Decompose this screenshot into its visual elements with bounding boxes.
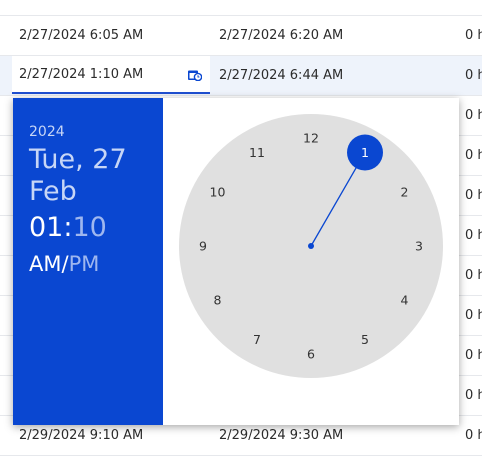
clock-number-6[interactable]: 6 <box>307 347 315 362</box>
ampm-separator: / <box>61 252 69 276</box>
picker-ampm: AM/PM <box>29 252 99 276</box>
duration-cell: 0 h <box>465 28 482 43</box>
end-cell[interactable]: 2/27/2024 6:20 AM <box>219 16 343 55</box>
clock-center <box>308 243 314 249</box>
clock-face[interactable]: 121234567891011 <box>179 114 443 378</box>
duration-cell: 0 h <box>465 428 482 443</box>
table-row[interactable] <box>0 0 482 16</box>
start-datetime-editor[interactable]: 2/27/2024 1:10 AM <box>12 56 210 94</box>
duration-cell: 0 h <box>465 388 482 403</box>
duration-cell: 0 h <box>465 348 482 363</box>
duration-cell: 0 h <box>465 308 482 323</box>
datetime-picker-popup: 2024 Tue, 27 Feb 01:10 AM/PM 12 1 2 3 4 5 6 7 8 9… <box>13 98 459 425</box>
table-row[interactable]: 2/27/2024 6:05 AM 2/27/2024 6:20 AM 0 h <box>0 16 482 56</box>
clock-number-1[interactable]: 1 <box>361 145 369 160</box>
start-datetime-input[interactable]: 2/27/2024 1:10 AM <box>19 56 143 94</box>
picker-hour[interactable]: 01 <box>29 212 63 243</box>
clock-number-7[interactable]: 7 <box>253 332 261 347</box>
am-toggle[interactable]: AM <box>29 252 61 276</box>
clock-number-5[interactable]: 5 <box>361 332 369 347</box>
end-cell[interactable]: 2/27/2024 6:44 AM <box>219 56 343 95</box>
duration-cell: 0 h <box>465 108 482 123</box>
table-row-editing[interactable]: 2/27/2024 1:10 AM 2/27/2024 6:44 AM 0 h <box>0 56 482 96</box>
clock-number-4[interactable]: 4 <box>401 293 409 308</box>
duration-cell: 0 h <box>465 148 482 163</box>
picker-minute[interactable]: 10 <box>72 212 106 243</box>
clock-number-12[interactable]: 12 <box>303 131 319 146</box>
clock-number-8[interactable]: 8 <box>213 293 221 308</box>
picker-time: 01:10 <box>29 212 107 243</box>
calendar-clock-icon[interactable] <box>188 69 202 81</box>
picker-date[interactable]: Tue, 27 Feb <box>29 144 159 208</box>
clock-number-10[interactable]: 10 <box>210 185 226 200</box>
start-cell[interactable]: 2/27/2024 6:05 AM <box>19 16 143 55</box>
duration-cell: 0 h <box>465 268 482 283</box>
clock-number-3[interactable]: 3 <box>415 239 423 254</box>
duration-cell: 0 h <box>465 228 482 243</box>
picker-year[interactable]: 2024 <box>29 124 65 140</box>
clock-number-2[interactable]: 2 <box>401 185 409 200</box>
clock-number-9[interactable]: 9 <box>199 239 207 254</box>
duration-cell: 0 h <box>465 68 482 83</box>
duration-cell: 0 h <box>465 188 482 203</box>
clock-number-11[interactable]: 11 <box>249 145 265 160</box>
pm-toggle[interactable]: PM <box>69 252 100 276</box>
picker-header: 2024 Tue, 27 Feb 01:10 AM/PM <box>13 98 163 425</box>
